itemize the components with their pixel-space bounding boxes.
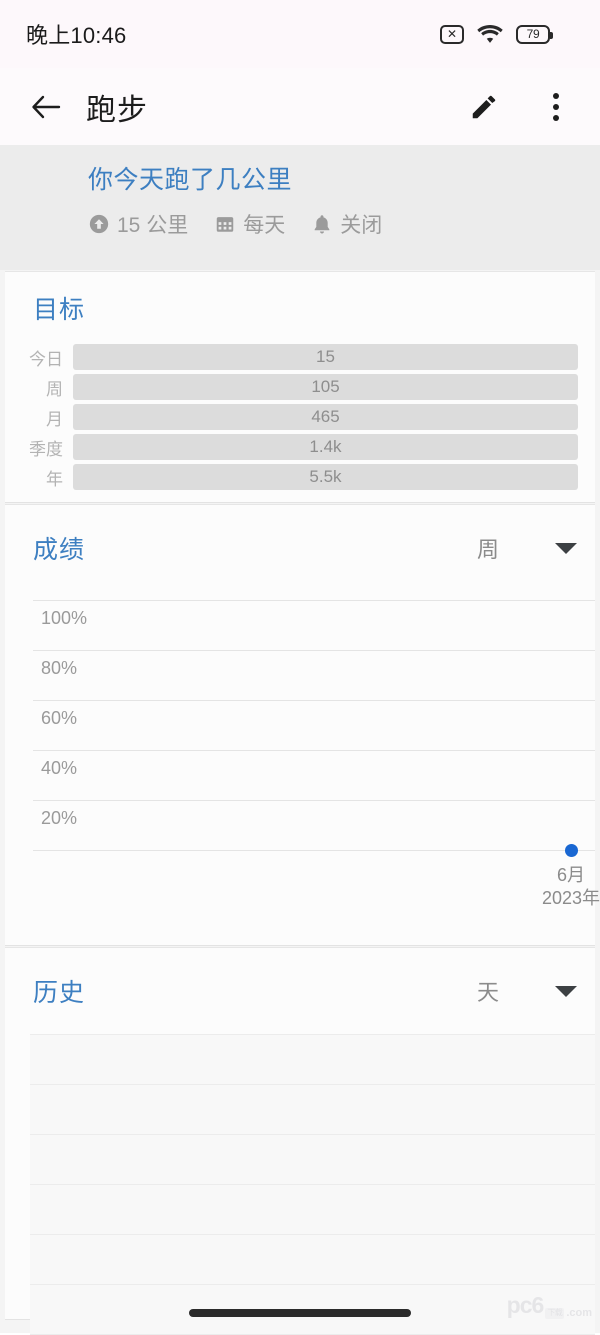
habit-question-title: 你今天跑了几公里 [88, 166, 293, 194]
chart-y-label: 60% [41, 708, 78, 728]
goal-row: 年 5.5k [5, 464, 578, 490]
performance-card-header: 成绩 周 [5, 505, 595, 591]
chart-gridline [33, 700, 595, 701]
habit-reminder-meta: 关闭 [311, 209, 382, 239]
chart-data-point[interactable] [565, 844, 578, 857]
back-button[interactable] [24, 85, 68, 129]
habit-goal-meta: 15 公里 [88, 209, 188, 239]
goal-value-bar: 1.4k [73, 434, 578, 460]
chart-y-label: 100% [41, 608, 88, 628]
chart-x-label: 6月 2023年 [541, 865, 600, 908]
status-bar: 晚上10:46 79 [0, 0, 600, 68]
chevron-down-icon [555, 985, 577, 997]
goal-row: 月 465 [5, 404, 578, 430]
watermark-domain: .com [566, 1307, 592, 1319]
history-card: 历史 天 [5, 947, 595, 1335]
performance-card-title: 成绩 [33, 536, 86, 564]
goal-period-label: 周 [46, 379, 63, 399]
pencil-icon [472, 95, 496, 118]
watermark-main: pc6 [506, 1292, 545, 1318]
overflow-menu-button[interactable] [534, 85, 578, 129]
goal-period-label: 季度 [29, 439, 63, 459]
chart-gridline [33, 750, 595, 751]
site-watermark: pc6 下载 .com [507, 1292, 592, 1319]
chart-y-label: 20% [41, 808, 78, 828]
goal-value-bar: 15 [73, 344, 578, 370]
chevron-down-icon [555, 542, 577, 554]
phone-screen: 晚上10:46 79 跑步 [0, 0, 600, 1335]
habit-reminder-label: 关闭 [340, 213, 383, 237]
status-time: 晚上10:46 [26, 23, 127, 48]
habit-summary-band[interactable]: 你今天跑了几公里 15 公里 每天 关闭 [0, 145, 600, 270]
history-row[interactable] [30, 1085, 595, 1135]
chart-gridline [33, 600, 595, 601]
chart-gridline [33, 800, 595, 801]
chart-gridline [33, 650, 595, 651]
goals-card: 目标 今日 15 周 105 月 465 季度 1.4k 年 5.5k [5, 271, 595, 503]
history-list [30, 1034, 595, 1335]
goal-row: 周 105 [5, 374, 578, 400]
goals-list: 今日 15 周 105 月 465 季度 1.4k 年 5.5k [5, 344, 595, 490]
app-bar-actions [462, 85, 578, 129]
goal-period-label: 今日 [29, 349, 63, 369]
history-card-title: 历史 [33, 979, 86, 1007]
battery-level: 79 [526, 27, 540, 41]
chart-baseline [33, 850, 595, 851]
page-title: 跑步 [86, 93, 148, 127]
wifi-icon [477, 25, 503, 43]
habit-frequency-label: 每天 [243, 213, 286, 237]
history-period-value: 天 [476, 980, 499, 1005]
calendar-icon [216, 216, 234, 232]
history-row[interactable] [30, 1135, 595, 1185]
more-vertical-icon [553, 92, 559, 121]
history-row[interactable] [30, 1035, 595, 1085]
goal-value-bar: 465 [73, 404, 578, 430]
history-row[interactable] [30, 1235, 595, 1285]
history-row[interactable] [30, 1185, 595, 1235]
edit-button[interactable] [462, 85, 506, 129]
goal-row: 今日 15 [5, 344, 578, 370]
home-indicator[interactable] [189, 1309, 411, 1317]
history-period-select[interactable]: 天 [477, 975, 577, 1007]
habit-goal-label: 15 公里 [117, 213, 189, 237]
goal-value-bar: 105 [73, 374, 578, 400]
goals-card-title: 目标 [33, 296, 86, 324]
watermark-badge: 下载 [545, 1308, 565, 1319]
status-icon-group: 79 [440, 24, 553, 44]
performance-period-select[interactable]: 周 [477, 532, 577, 564]
app-bar: 跑步 [0, 68, 600, 145]
performance-chart[interactable]: 100% 80% 60% 40% 20% 6月 2023年 [33, 591, 600, 921]
goal-value-bar: 5.5k [73, 464, 578, 490]
history-card-header: 历史 天 [5, 948, 595, 1034]
chart-y-label: 40% [41, 758, 78, 778]
goals-card-header: 目标 [5, 272, 595, 344]
bell-icon [314, 214, 330, 234]
back-arrow-icon [32, 95, 61, 118]
arrow-up-circle-icon [89, 214, 109, 233]
battery-icon: 79 [516, 24, 553, 44]
goal-period-label: 年 [46, 469, 63, 489]
goal-row: 季度 1.4k [5, 434, 578, 460]
goal-period-label: 月 [46, 409, 63, 429]
performance-period-value: 周 [476, 537, 499, 562]
performance-card: 成绩 周 100% 80% 60% 40% 20% 6月 2023年 [5, 504, 600, 946]
habit-meta-row: 15 公里 每天 关闭 [88, 209, 600, 239]
chart-y-label: 80% [41, 658, 78, 678]
mute-icon [440, 24, 464, 44]
habit-frequency-meta: 每天 [214, 209, 285, 239]
